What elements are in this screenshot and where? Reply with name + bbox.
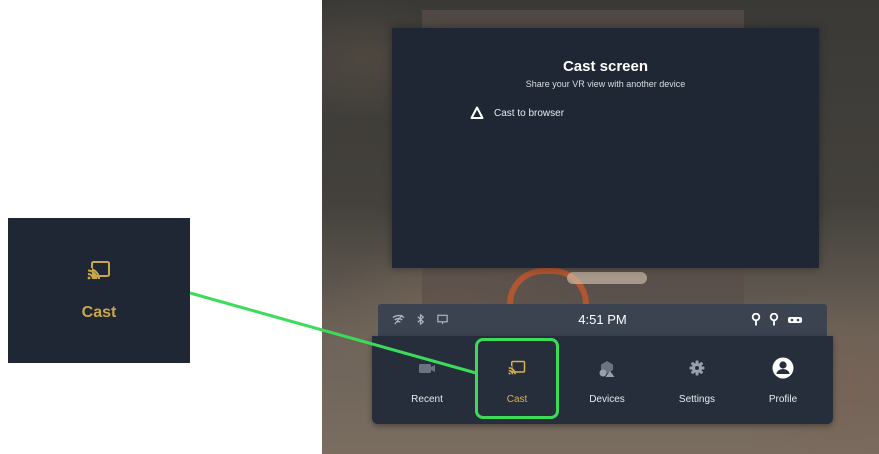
nav-dock: Recent Cast Devices Settings Profile (372, 336, 833, 424)
status-right-icons (751, 313, 803, 326)
nav-item-profile-label: Profile (768, 394, 798, 405)
gear-icon (689, 360, 705, 376)
nav-item-recent[interactable]: Recent (386, 336, 468, 424)
background-object-light (567, 272, 647, 284)
devices-icon (598, 360, 616, 378)
profile-icon (772, 357, 794, 379)
recent-icon (417, 360, 437, 376)
nav-item-profile[interactable]: Profile (742, 336, 824, 424)
cast-screen-title: Cast screen (562, 58, 649, 75)
cast-screen-panel: Cast screen Share your VR view with anot… (392, 28, 819, 268)
nav-item-settings[interactable]: Settings (656, 336, 738, 424)
cast-icon (508, 360, 526, 375)
cast-to-browser-label: Cast to browser (494, 107, 565, 119)
browser-icon (470, 106, 484, 120)
controller-left-icon[interactable] (751, 313, 761, 326)
nav-item-cast-label: Cast (506, 394, 528, 405)
zoom-inset: Cast (8, 218, 190, 363)
screenshot-stage: Cast Cast screen Share your VR view with… (0, 0, 879, 454)
headset-icon[interactable] (787, 315, 803, 325)
cast-screen-subtitle: Share your VR view with another device (525, 79, 686, 89)
nav-item-devices-label: Devices (589, 394, 625, 405)
zoom-cast-label: Cast (81, 303, 117, 321)
nav-item-cast[interactable]: Cast (476, 336, 558, 424)
nav-item-settings-label: Settings (678, 394, 716, 405)
cast-icon (87, 260, 111, 280)
status-bar: 4:51 PM (378, 304, 827, 336)
vr-scene: Cast screen Share your VR view with anot… (322, 0, 879, 454)
nav-item-devices[interactable]: Devices (566, 336, 648, 424)
controller-right-icon[interactable] (769, 313, 779, 326)
nav-item-recent-label: Recent (411, 394, 443, 405)
cast-to-browser-option[interactable]: Cast to browser (470, 106, 564, 120)
